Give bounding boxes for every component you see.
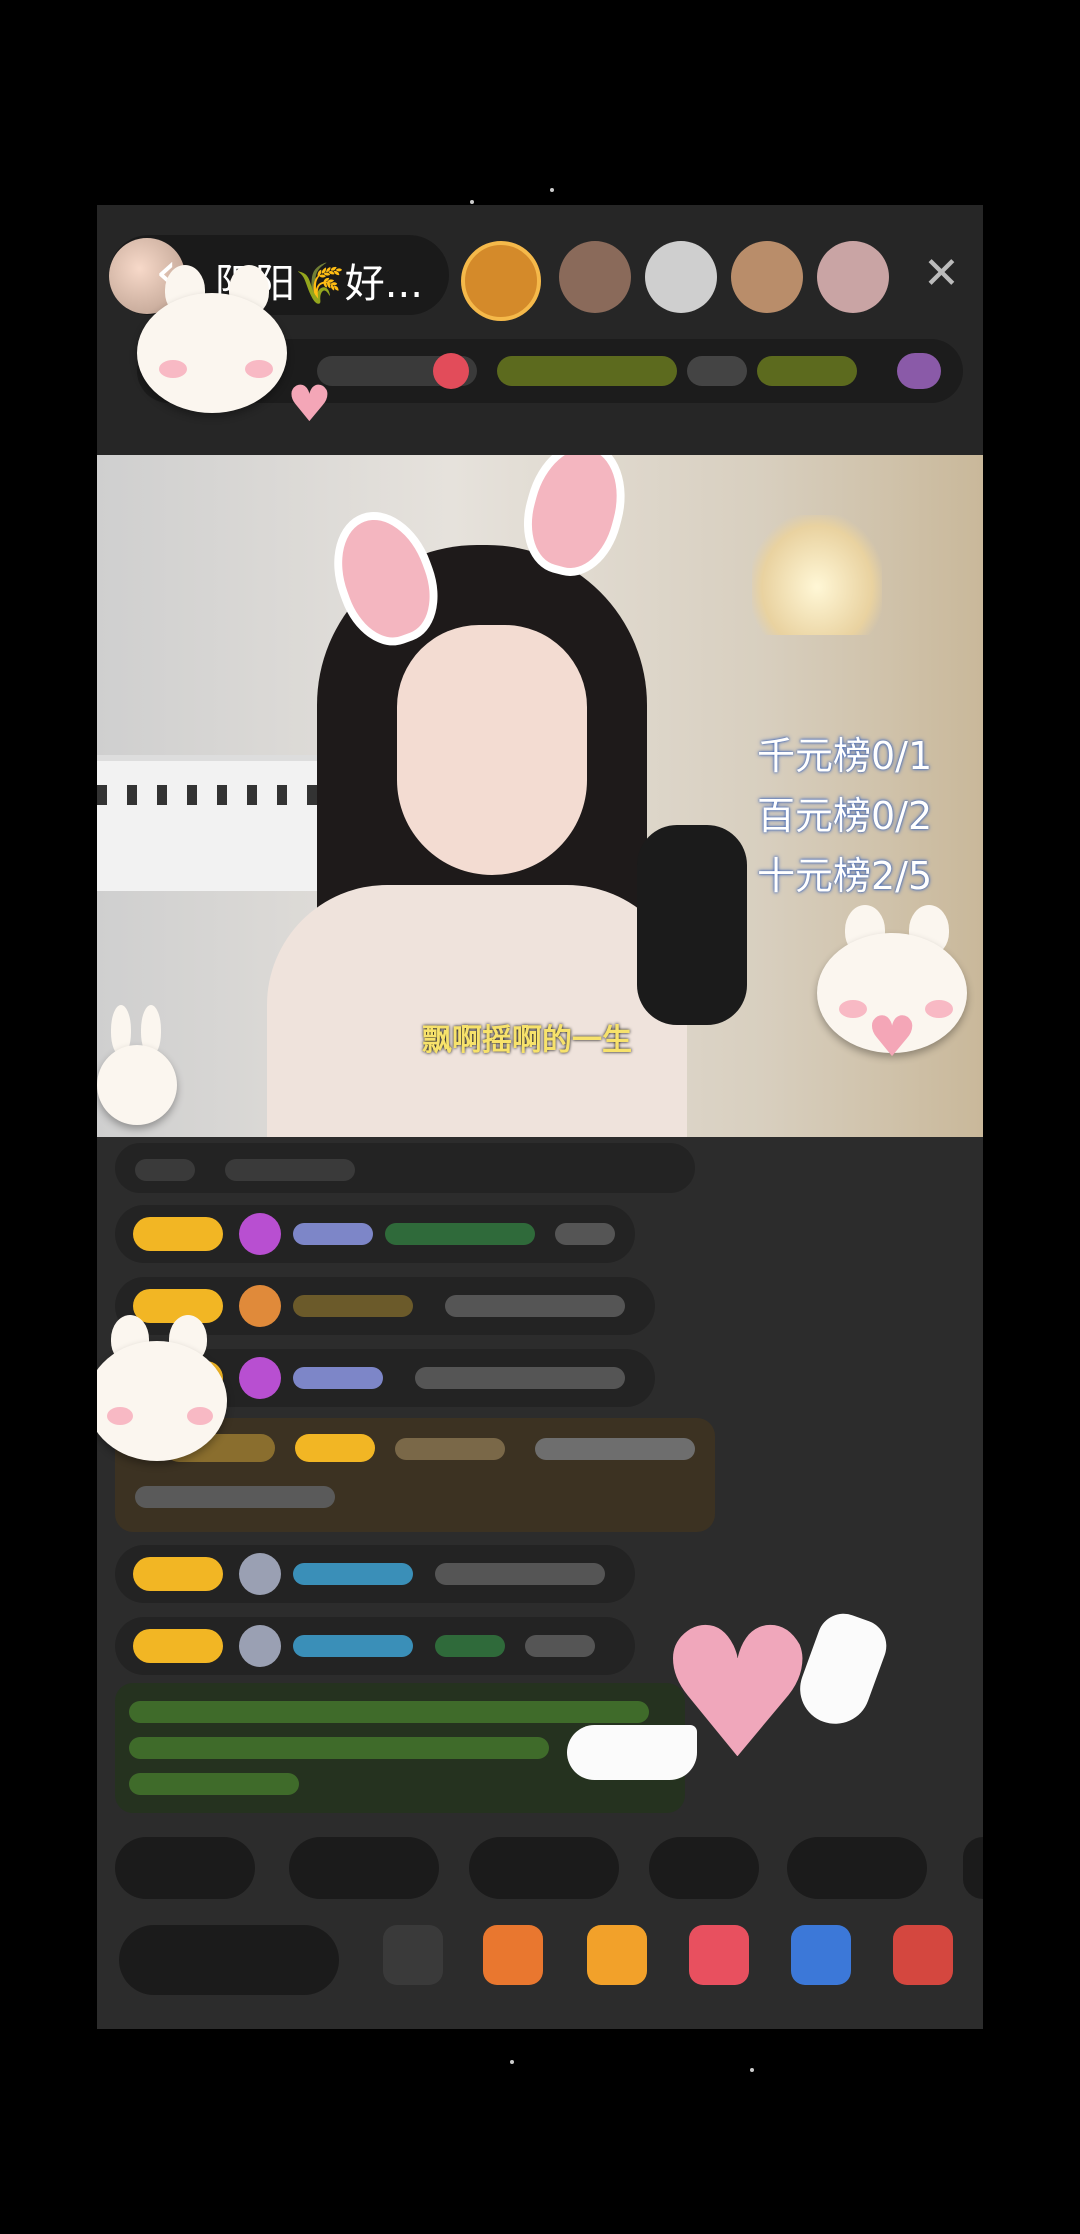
grid-icon[interactable]: [383, 1925, 443, 1985]
background-lamp: [752, 515, 882, 635]
bunny-sticker: [97, 1315, 227, 1475]
quick-reply-chip[interactable]: [469, 1837, 619, 1899]
user-avatar: [239, 1625, 281, 1667]
level-pill[interactable]: [497, 356, 677, 386]
live-stream-app: ‹ 阳阳🌾好... ✕ 千元榜0/1 百元榜0/2 十元榜2/5 飘啊摇啊的一生: [97, 205, 983, 2029]
bunny-sticker: [137, 265, 287, 425]
viewer-avatar[interactable]: [817, 241, 889, 313]
chat-message[interactable]: [115, 1143, 695, 1193]
viewer-avatar[interactable]: [645, 241, 717, 313]
level-badge: [133, 1217, 223, 1251]
diamond-icon: [239, 1357, 281, 1399]
game-icon[interactable]: [791, 1925, 851, 1985]
viewer-avatar[interactable]: [461, 241, 541, 321]
level-pill[interactable]: [687, 356, 747, 386]
streamer-body: [267, 885, 687, 1137]
heart-icon: ♥: [287, 375, 332, 433]
rank-hundred: 百元榜0/2: [757, 794, 933, 838]
quick-reply-chip[interactable]: [289, 1837, 439, 1899]
heart-icon: ♥: [867, 1005, 918, 1070]
chat-message[interactable]: [115, 1205, 635, 1263]
quick-reply-chip[interactable]: [787, 1837, 927, 1899]
rank-ten: 十元榜2/5: [757, 854, 933, 898]
lyric-subtitle: 飘啊摇啊的一生: [422, 1023, 632, 1058]
microphone: [637, 825, 747, 1025]
streamer-face: [397, 625, 587, 875]
chat-message[interactable]: [115, 1545, 635, 1603]
level-pill[interactable]: [757, 356, 857, 386]
heart-gift-icon[interactable]: [689, 1925, 749, 1985]
close-icon[interactable]: ✕: [923, 249, 960, 299]
diamond-icon: [239, 1213, 281, 1255]
quick-reply-chip[interactable]: [963, 1837, 983, 1899]
more-gift-icon[interactable]: [893, 1925, 953, 1985]
wing-left-icon: [567, 1725, 697, 1780]
level-badge: [133, 1629, 223, 1663]
level-badge: [133, 1557, 223, 1591]
medal-icon: [239, 1285, 281, 1327]
quick-reply-chip[interactable]: [115, 1837, 255, 1899]
chat-message[interactable]: [115, 1617, 635, 1675]
gift-box-icon[interactable]: [483, 1925, 543, 1985]
viewer-avatar[interactable]: [731, 241, 803, 313]
comment-input[interactable]: [119, 1925, 339, 1995]
expand-icon[interactable]: [897, 353, 941, 389]
user-avatar: [239, 1553, 281, 1595]
quick-reply-chip[interactable]: [649, 1837, 759, 1899]
rank-thousand: 千元榜0/1: [757, 734, 933, 778]
fans-badge[interactable]: [433, 353, 469, 389]
fries-icon[interactable]: [587, 1925, 647, 1985]
small-bunny-sticker: [97, 1005, 177, 1135]
viewer-avatar[interactable]: [559, 241, 631, 313]
